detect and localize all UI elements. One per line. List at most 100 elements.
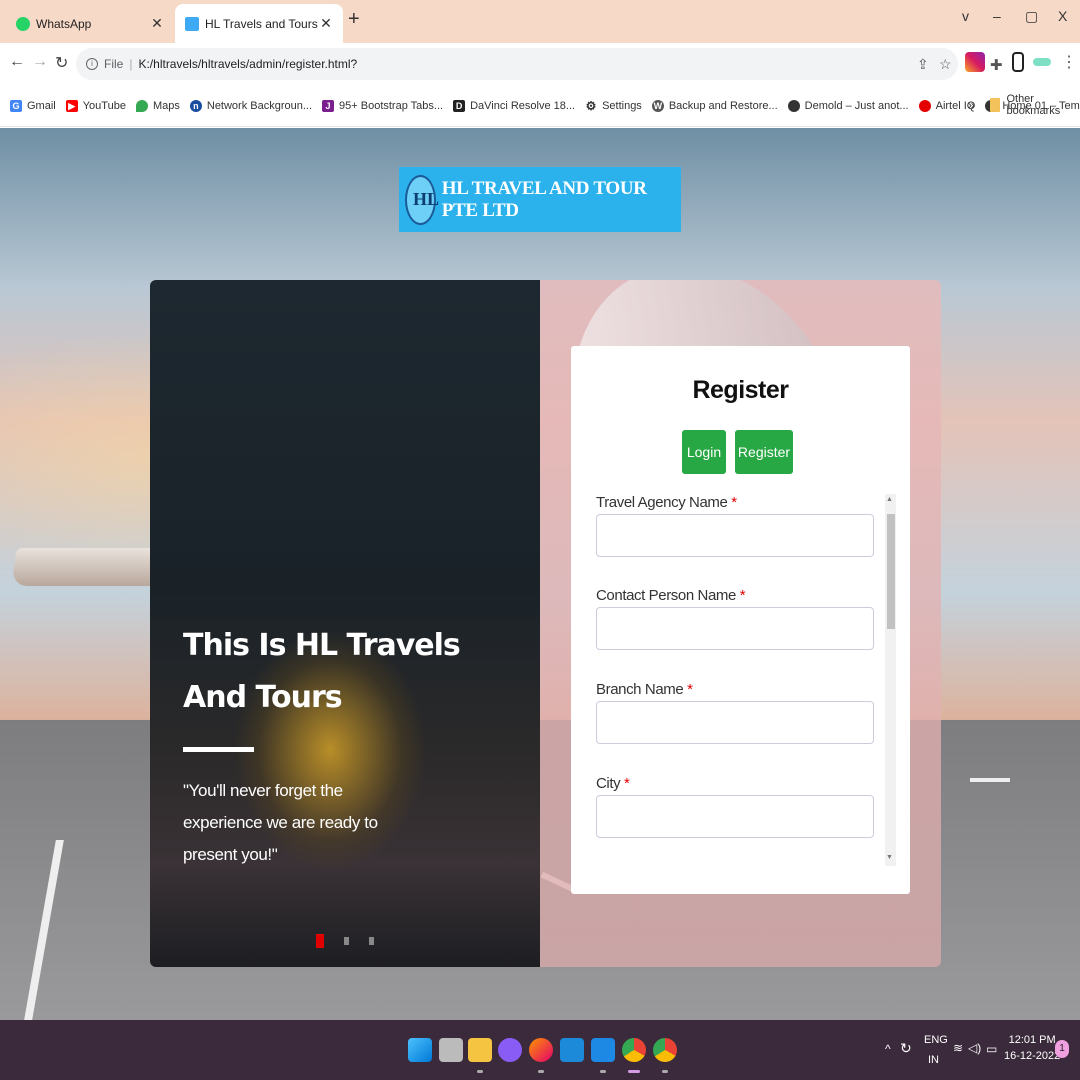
bookmark-item[interactable]: J 95+ Bootstrap Tabs... (322, 99, 444, 112)
other-bookmarks-label: Other bookmarks (1006, 93, 1061, 117)
forward-arrow-icon[interactable]: → (32, 53, 48, 71)
url-text[interactable]: K:/hltravels/hltravels/admin/register.ht… (138, 57, 357, 71)
form-scrollbar[interactable]: ▲ ▼ (885, 494, 896, 866)
tab-title: WhatsApp (36, 16, 92, 31)
branch-name-input[interactable] (596, 701, 874, 744)
runway-marking (24, 840, 64, 1020)
region-indicator[interactable]: IN (928, 1054, 939, 1066)
running-indicator (538, 1070, 544, 1073)
tab-hl-travels[interactable]: HL Travels and Tours ✕ (175, 4, 343, 43)
company-logo[interactable]: HL HL TRAVEL AND TOUR PTE LTD (399, 167, 681, 232)
register-button[interactable]: Register (735, 430, 793, 474)
hero-quote: "You'll never forget the experience we a… (183, 781, 378, 864)
tab-search-dropdown-icon[interactable]: v (962, 8, 969, 24)
travel-agency-name-field: Travel Agency Name * (596, 494, 874, 557)
bookmark-item[interactable]: ⚙ Settings (585, 100, 642, 112)
bookmark-item[interactable]: ▶ YouTube (65, 99, 126, 112)
bookmark-item[interactable]: Airtel IQ (918, 99, 975, 112)
bookmark-star-icon[interactable]: ☆ (939, 56, 952, 73)
wifi-icon[interactable]: ≋ (953, 1041, 963, 1055)
other-bookmarks[interactable]: Other bookmarks (990, 93, 1080, 117)
clock[interactable]: 12:01 PM 16-12-2022 (1004, 1032, 1060, 1064)
github-icon[interactable] (498, 1038, 522, 1062)
bookmark-label: DaVinci Resolve 18... (470, 99, 576, 112)
side-panel-icon[interactable] (1012, 52, 1024, 72)
bookmark-label: Settings (602, 99, 642, 112)
required-mark: * (731, 494, 737, 511)
whatsapp-icon (16, 16, 30, 31)
url-separator: | (129, 57, 133, 71)
battery-icon[interactable]: ▭ (986, 1042, 997, 1056)
close-window-button[interactable]: X (1058, 8, 1067, 24)
running-indicator (600, 1070, 606, 1073)
task-view-icon[interactable] (439, 1038, 463, 1062)
language-indicator[interactable]: ENG (924, 1034, 948, 1046)
restore-button[interactable]: ▢ (1025, 8, 1038, 25)
scroll-up-arrow-icon[interactable]: ▲ (886, 496, 893, 503)
running-indicator (662, 1070, 668, 1073)
info-icon[interactable]: i (86, 58, 98, 70)
bookmark-label: YouTube (82, 99, 126, 112)
firefox-icon[interactable] (529, 1038, 553, 1062)
chrome-profile-icon[interactable] (653, 1038, 677, 1062)
chrome-icon[interactable] (622, 1038, 646, 1062)
bookmark-item[interactable]: Maps (135, 99, 180, 112)
page-background: HL HL TRAVEL AND TOUR PTE LTD This Is HL… (0, 128, 1080, 1020)
login-button[interactable]: Login (682, 430, 726, 474)
sync-icon[interactable]: ↻ (900, 1040, 912, 1057)
bookmark-label: Demold – Just anot... (804, 99, 909, 112)
bookmark-item[interactable]: G Gmail (10, 99, 56, 112)
vscode-icon[interactable] (591, 1038, 615, 1062)
notification-badge[interactable]: 1 (1055, 1040, 1069, 1058)
carousel-dot-3[interactable] (369, 937, 374, 945)
new-tab-button[interactable]: + (348, 8, 360, 31)
bookmark-item[interactable]: Demold – Just anot... (787, 99, 909, 112)
bookmark-label: 95+ Bootstrap Tabs... (339, 99, 444, 112)
bookmark-label: Network Backgroun... (206, 99, 313, 112)
back-arrow-icon[interactable]: ← (9, 53, 25, 71)
menu-dots-icon[interactable]: ⋮ (1061, 52, 1077, 72)
carousel-dot-1[interactable] (316, 934, 324, 948)
form-fields-scroll-area[interactable]: Travel Agency Name * Contact Person Name… (571, 494, 896, 866)
simplenote-icon[interactable] (560, 1038, 584, 1062)
jr-icon: J (322, 99, 335, 112)
runway-marking (970, 778, 1010, 782)
file-explorer-icon[interactable] (468, 1038, 492, 1062)
maps-pin-icon (135, 99, 148, 112)
field-label: City * (596, 775, 630, 792)
city-input[interactable] (596, 795, 874, 838)
extensions-puzzle-icon[interactable]: ✚ (990, 56, 1003, 74)
close-icon[interactable]: ✕ (319, 15, 333, 32)
scrollbar-thumb[interactable] (887, 514, 895, 629)
address-bar[interactable]: i File | K:/hltravels/hltravels/admin/re… (76, 48, 958, 80)
hero-carousel: This Is HL Travels And Tours "You'll nev… (150, 280, 540, 967)
youtube-icon: ▶ (65, 99, 78, 112)
volume-icon[interactable]: ◁) (968, 1041, 981, 1055)
windows-taskbar: ^ ↻ ENG IN ≋ ◁) ▭ 12:01 PM 16-12-2022 1 (0, 1020, 1080, 1080)
share-icon[interactable]: ⇪ (917, 56, 929, 73)
tray-chevron-icon[interactable]: ^ (885, 1042, 891, 1056)
carousel-dot-2[interactable] (344, 937, 349, 945)
contact-person-name-field: Contact Person Name * (596, 587, 874, 650)
folder-icon (990, 98, 1001, 112)
bookmark-item[interactable]: n Network Backgroun... (189, 99, 313, 112)
profile-extension-icon[interactable] (1033, 58, 1051, 66)
logo-mark: HL (413, 188, 440, 209)
contact-person-name-input[interactable] (596, 607, 874, 650)
bookmark-label: Maps (152, 99, 180, 112)
scroll-down-arrow-icon[interactable]: ▼ (886, 854, 893, 861)
reload-icon[interactable]: ↻ (55, 53, 68, 73)
tab-whatsapp[interactable]: WhatsApp ✕ (6, 4, 174, 43)
close-icon[interactable]: ✕ (150, 15, 164, 32)
airtel-icon (918, 99, 931, 112)
required-mark: * (624, 775, 630, 792)
windows-start-icon[interactable] (408, 1038, 432, 1062)
bookmark-item[interactable]: D DaVinci Resolve 18... (453, 99, 576, 112)
instagram-extension-icon[interactable] (965, 52, 985, 72)
field-label: Travel Agency Name * (596, 494, 737, 511)
minimize-button[interactable]: – (993, 8, 1001, 24)
travel-agency-name-input[interactable] (596, 514, 874, 557)
register-form: Register Login Register Travel Agency Na… (571, 346, 910, 894)
bookmark-item[interactable]: W Backup and Restore... (651, 99, 778, 112)
bookmarks-overflow-button[interactable]: » (968, 98, 975, 112)
